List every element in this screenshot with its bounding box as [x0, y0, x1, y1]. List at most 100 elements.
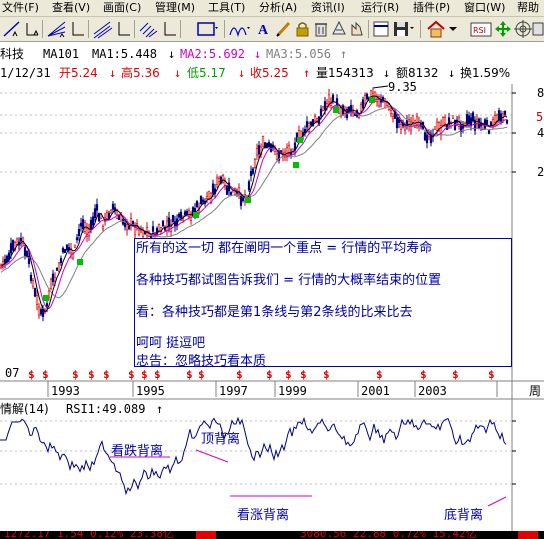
- dividend-marker: $: [376, 368, 383, 381]
- candle-body: [81, 219, 85, 230]
- candle-body: [309, 121, 313, 126]
- menu-file[interactable]: 文件(F): [2, 1, 39, 15]
- candle-body: [171, 214, 175, 223]
- turnover-label: 换1.59%: [460, 66, 510, 80]
- open-label: 开5.24: [59, 66, 98, 80]
- more-tools-icon[interactable]: [532, 19, 544, 39]
- home-icon[interactable]: [426, 19, 446, 39]
- rsi-icon[interactable]: RSI: [470, 19, 492, 39]
- dividend-marker: $: [236, 368, 243, 381]
- x-label: 2001: [361, 384, 390, 398]
- ruler-icon[interactable]: [330, 19, 348, 39]
- angle-tool-icon[interactable]: [24, 19, 40, 39]
- candle-body: [59, 258, 63, 263]
- pencil-icon[interactable]: [274, 19, 294, 39]
- candle-body: [239, 196, 243, 206]
- toolbar-separator: [88, 20, 89, 38]
- channel-tool-icon[interactable]: [70, 19, 86, 39]
- candle-body: [123, 222, 127, 228]
- ma3-label: MA3:5.056: [266, 47, 331, 61]
- candle-body: [95, 204, 99, 211]
- rsi-axis-ticks: [512, 420, 516, 485]
- candle-body: [45, 303, 49, 307]
- hatch-tool-icon[interactable]: [138, 19, 160, 39]
- explanation-line-5: 忠告：忽略技巧看本质: [136, 354, 267, 369]
- candle-body: [369, 90, 373, 97]
- arrow-down: ↓: [254, 47, 261, 61]
- candle-body: [275, 153, 279, 160]
- candle-body: [391, 116, 395, 120]
- lock-icon[interactable]: [294, 19, 312, 39]
- candle-body: [327, 94, 331, 103]
- line-tool-icon[interactable]: [2, 19, 22, 39]
- menu-manage[interactable]: 管理(M): [155, 1, 195, 15]
- candle-body: [195, 201, 199, 208]
- delete-icon[interactable]: [312, 19, 330, 39]
- candle-body: [205, 196, 209, 199]
- dividend-marker: $: [186, 368, 193, 381]
- home-dropdown-icon[interactable]: [446, 19, 460, 39]
- candle-body: [9, 243, 13, 254]
- candle-body: [451, 115, 455, 119]
- menu-run[interactable]: 运行(R): [361, 1, 399, 15]
- candle-body: [443, 117, 447, 125]
- explanation-line-4: 呵呵 挺逗吧: [136, 336, 206, 351]
- candle-body: [77, 229, 81, 236]
- cycle-tool-icon[interactable]: [228, 19, 252, 39]
- candle-body: [211, 183, 215, 194]
- candle-body: [359, 104, 363, 112]
- move-icon[interactable]: [494, 19, 512, 39]
- arrow-down: ↓: [174, 66, 181, 80]
- status-indicator: [196, 531, 216, 539]
- buy-marker: [297, 137, 303, 143]
- menu-analysis[interactable]: 分析(A): [259, 1, 297, 15]
- menu-screen[interactable]: 画面(C): [103, 1, 141, 15]
- text-tool-icon[interactable]: A: [254, 19, 274, 39]
- menu-help[interactable]: 帮助: [517, 1, 539, 15]
- candle-body: [55, 267, 59, 271]
- target-icon[interactable]: [514, 19, 532, 39]
- bottom-divergence-label: 底背离: [444, 508, 484, 523]
- high-label: 高5.36: [121, 65, 160, 80]
- save-icon[interactable]: [392, 19, 416, 39]
- candle-body: [423, 132, 427, 141]
- buy-marker: [369, 97, 375, 103]
- svg-text:A: A: [258, 23, 269, 38]
- menu-info[interactable]: 资讯(I): [311, 1, 345, 15]
- stock-name: 科技: [0, 47, 24, 61]
- menu-tools[interactable]: 工具(T): [208, 1, 245, 15]
- candle-body: [319, 108, 323, 116]
- menu-bar: 文件(F) 查看(V) 画面(C) 管理(M) 工具(T) 分析(A) 资讯(I…: [0, 0, 544, 17]
- explanation-textbox[interactable]: 所有的这一切 都在阐明一个重点 = 行情的平均寿命 各种技巧都试图告诉我们 = …: [134, 238, 512, 369]
- candle-body: [179, 211, 183, 219]
- parallel-tool-icon[interactable]: [92, 19, 114, 39]
- menu-view[interactable]: 查看(V): [52, 1, 90, 15]
- candle-body: [461, 125, 465, 129]
- candle-body: [339, 107, 343, 117]
- candle-body: [395, 117, 399, 129]
- menu-window[interactable]: 窗口(W): [464, 1, 505, 15]
- fan-tool-icon[interactable]: [46, 19, 68, 39]
- candle-body: [505, 120, 509, 124]
- candle-body: [273, 148, 277, 152]
- new-window-icon[interactable]: [372, 19, 392, 39]
- bullish-divergence-label: 看涨背离: [237, 508, 290, 523]
- candle-body: [261, 135, 265, 147]
- toolbar-separator: [134, 20, 135, 38]
- dividend-markers: $ $ $ $ $ $ $ $ $ $ $ $ $ $ $ $ $ $ $: [28, 368, 495, 381]
- candle-body: [91, 216, 95, 226]
- candle-body: [323, 101, 327, 111]
- candle-body: [465, 114, 469, 124]
- x-label: 1997: [219, 384, 248, 398]
- drag-tool-icon[interactable]: [348, 19, 366, 39]
- hatch-dropdown-icon[interactable]: [162, 19, 178, 39]
- toolbar-separator: [224, 20, 225, 38]
- dividend-marker: $: [420, 368, 427, 381]
- channel-arrow-icon[interactable]: [116, 19, 132, 39]
- candle-body: [29, 274, 33, 281]
- top-divergence-line: [195, 449, 229, 463]
- rectangle-tool-icon[interactable]: [196, 19, 220, 39]
- candle-body: [93, 208, 97, 218]
- menu-plugins[interactable]: 插件(P): [413, 1, 450, 15]
- period-label[interactable]: 周: [529, 384, 541, 398]
